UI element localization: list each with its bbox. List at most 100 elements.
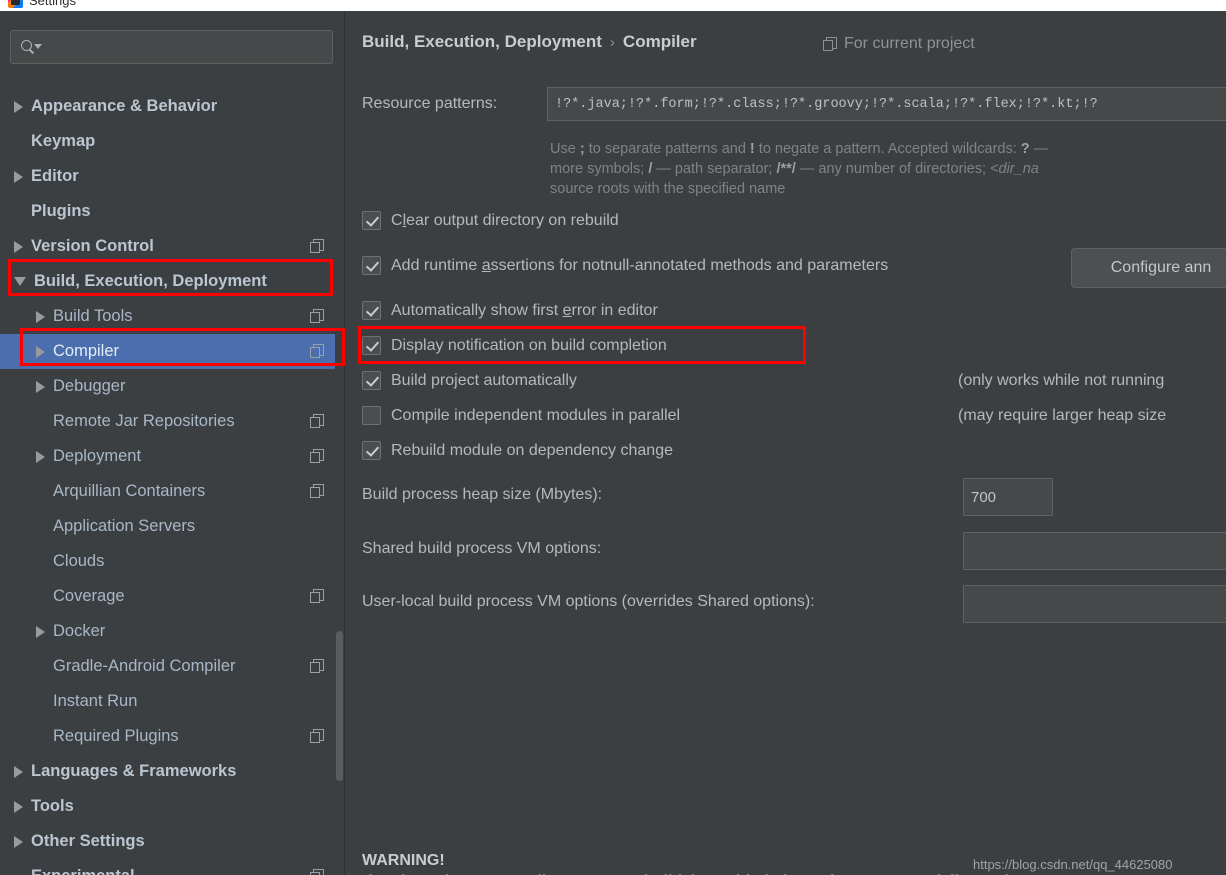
checkbox-box[interactable]: [362, 406, 381, 425]
checkbox-box[interactable]: [362, 211, 381, 230]
chevron-right-icon[interactable]: [36, 625, 45, 638]
resource-patterns-label: Resource patterns:: [362, 95, 498, 112]
sidebar-item-build-execution-deployment[interactable]: Build, Execution, Deployment: [0, 264, 335, 299]
shared-vm-options-input[interactable]: [963, 532, 1226, 570]
sidebar-item-plugins[interactable]: Plugins: [0, 194, 335, 229]
checkbox-label: Automatically show first error in editor: [391, 301, 658, 319]
sidebar-item-clouds[interactable]: Clouds: [0, 544, 335, 579]
resource-patterns-hint-line2: more symbols; / — path separator; /**/ —…: [550, 161, 1039, 177]
sidebar-item-label: Other Settings: [31, 832, 145, 850]
compiler-settings-pane: Build, Execution, Deployment › Compiler …: [345, 11, 1226, 875]
checkbox-box[interactable]: [362, 256, 381, 275]
sidebar-item-instant-run[interactable]: Instant Run: [0, 684, 335, 719]
sidebar-item-required-plugins[interactable]: Required Plugins: [0, 719, 335, 754]
sidebar-item-label: Remote Jar Repositories: [53, 412, 235, 430]
sidebar-item-label: Gradle-Android Compiler: [53, 657, 236, 675]
settings-sidebar: Appearance & Behavior Keymap Editor Plugins…: [0, 11, 335, 875]
project-scope-icon: [310, 589, 325, 604]
user-local-vm-options-label: User-local build process VM options (ove…: [362, 593, 815, 610]
checkbox-display-notification-on-build-completion[interactable]: Display notification on build completion: [362, 336, 667, 355]
sidebar-item-label: Languages & Frameworks: [31, 762, 237, 780]
checkbox-add-runtime-assertions[interactable]: Add runtime assertions for notnull-annot…: [362, 256, 888, 275]
checkbox-label: Clear output directory on rebuild: [391, 211, 619, 229]
sidebar-item-label: Appearance & Behavior: [31, 97, 218, 115]
project-scope-icon: [310, 449, 325, 464]
checkbox-box[interactable]: [362, 336, 381, 355]
breadcrumb-root[interactable]: Build, Execution, Deployment: [362, 32, 602, 52]
sidebar-item-docker[interactable]: Docker: [0, 614, 335, 649]
note-build-project-automatically: (only works while not running: [958, 372, 1165, 389]
sidebar-item-build-tools[interactable]: Build Tools: [0, 299, 335, 334]
sidebar-item-label: Application Servers: [53, 517, 196, 535]
sidebar-item-gradle-android-compiler[interactable]: Gradle-Android Compiler: [0, 649, 335, 684]
sidebar-item-languages-frameworks[interactable]: Languages & Frameworks: [0, 754, 335, 789]
sidebar-item-label: Instant Run: [53, 692, 138, 710]
settings-search-box[interactable]: [10, 30, 333, 64]
sidebar-item-other-settings[interactable]: Other Settings: [0, 824, 335, 859]
checkbox-automatically-show-first-error[interactable]: Automatically show first error in editor: [362, 301, 658, 320]
chevron-right-icon[interactable]: [14, 835, 23, 848]
user-local-vm-options-input[interactable]: [963, 585, 1226, 623]
configure-annotations-button[interactable]: Configure ann: [1071, 248, 1226, 288]
settings-tree: Appearance & Behavior Keymap Editor Plugins…: [0, 89, 335, 875]
resource-patterns-hint-line3: source roots with the specified name: [550, 181, 786, 197]
chevron-right-icon[interactable]: [14, 240, 23, 253]
checkbox-box[interactable]: [362, 301, 381, 320]
intellij-idea-icon: [8, 0, 23, 8]
chevron-right-icon[interactable]: [36, 345, 45, 358]
chevron-right-icon[interactable]: [36, 380, 45, 393]
window-titlebar: Settings: [0, 0, 1226, 11]
project-scope-icon: [310, 659, 325, 674]
sidebar-item-label: Build Tools: [53, 307, 133, 325]
heap-size-label: Build process heap size (Mbytes):: [362, 486, 603, 503]
chevron-right-icon[interactable]: [14, 800, 23, 813]
sidebar-item-tools[interactable]: Tools: [0, 789, 335, 824]
sidebar-item-arquillian-containers[interactable]: Arquillian Containers: [0, 474, 335, 509]
checkbox-label: Add runtime assertions for notnull-annot…: [391, 256, 889, 274]
sidebar-item-remote-jar-repositories[interactable]: Remote Jar Repositories: [0, 404, 335, 439]
sidebar-item-application-servers[interactable]: Application Servers: [0, 509, 335, 544]
sidebar-item-label: Docker: [53, 622, 106, 640]
project-scope-icon: [823, 36, 837, 52]
sidebar-item-label: Deployment: [53, 447, 142, 465]
sidebar-item-experimental[interactable]: Experimental: [0, 859, 335, 875]
sidebar-item-keymap[interactable]: Keymap: [0, 124, 335, 159]
checkbox-clear-output-directory[interactable]: Clear output directory on rebuild: [362, 211, 619, 230]
sidebar-item-appearance-behavior[interactable]: Appearance & Behavior: [0, 89, 335, 124]
chevron-right-icon[interactable]: [14, 765, 23, 778]
chevron-right-icon[interactable]: [36, 450, 45, 463]
sidebar-item-label: Clouds: [53, 552, 105, 570]
heap-size-input[interactable]: [963, 478, 1053, 516]
sidebar-item-label: Coverage: [53, 587, 125, 605]
sidebar-item-debugger[interactable]: Debugger: [0, 369, 335, 404]
checkbox-compile-independent-modules-in-parallel[interactable]: Compile independent modules in parallel: [362, 406, 680, 425]
checkbox-rebuild-module-on-dependency-change[interactable]: Rebuild module on dependency change: [362, 441, 673, 460]
sidebar-scrollbar-thumb[interactable]: [336, 631, 343, 781]
checkbox-box[interactable]: [362, 371, 381, 390]
sidebar-item-label: Compiler: [53, 342, 120, 360]
project-scope-icon: [310, 344, 325, 359]
sidebar-item-coverage[interactable]: Coverage: [0, 579, 335, 614]
sidebar-item-editor[interactable]: Editor: [0, 159, 335, 194]
resource-patterns-hint-line1: Use ; to separate patterns and ! to nega…: [550, 141, 1049, 157]
checkbox-build-project-automatically[interactable]: Build project automatically: [362, 371, 577, 390]
project-scope-icon: [310, 484, 325, 499]
sidebar-item-compiler[interactable]: Compiler: [0, 334, 335, 369]
search-input[interactable]: [43, 39, 332, 55]
checkbox-box[interactable]: [362, 441, 381, 460]
breadcrumb-separator: ›: [609, 34, 615, 51]
resource-patterns-input[interactable]: [547, 87, 1226, 121]
scope-indicator: For current project: [823, 35, 975, 53]
sidebar-item-deployment[interactable]: Deployment: [0, 439, 335, 474]
chevron-right-icon[interactable]: [36, 310, 45, 323]
sidebar-item-version-control[interactable]: Version Control: [0, 229, 335, 264]
chevron-right-icon[interactable]: [14, 100, 23, 113]
chevron-down-icon[interactable]: [14, 277, 26, 286]
chevron-right-icon[interactable]: [14, 170, 23, 183]
